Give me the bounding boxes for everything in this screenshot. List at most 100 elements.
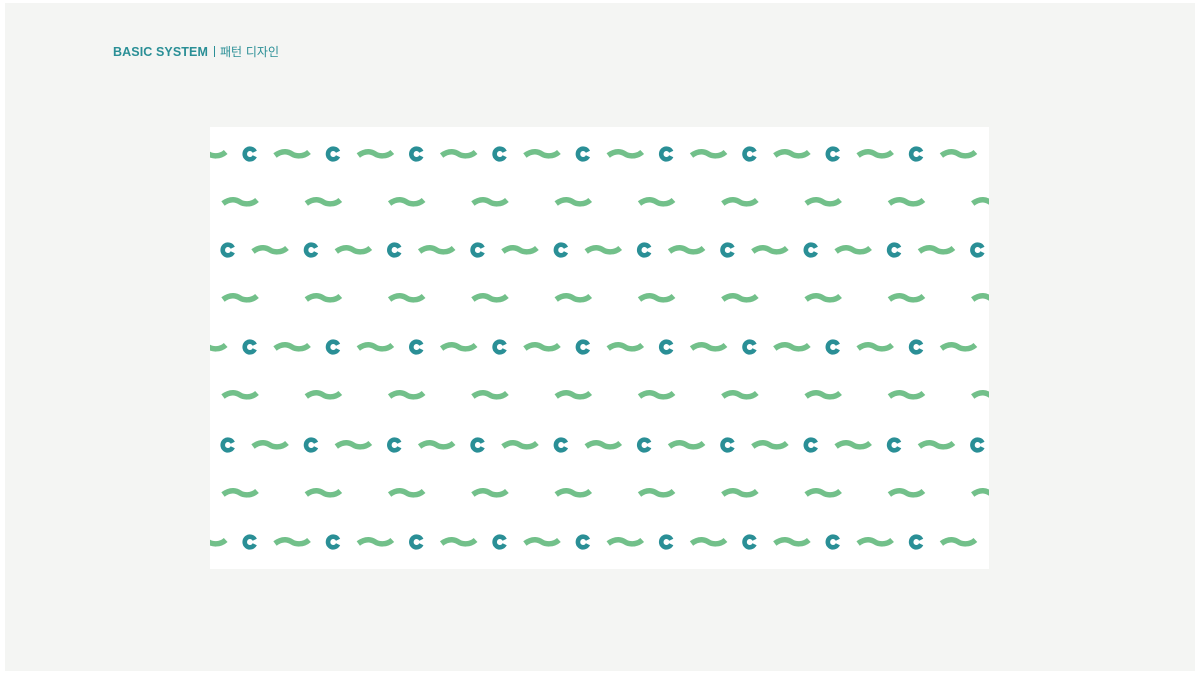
c-ring-icon (803, 242, 818, 258)
wave-icon (804, 390, 842, 400)
c-ring-icon (409, 146, 424, 162)
c-ring-icon (470, 437, 485, 453)
wave-icon (221, 293, 259, 303)
wave-icon (439, 537, 478, 547)
wave-icon (773, 149, 811, 159)
c-ring-icon (409, 534, 424, 550)
wave-icon (751, 245, 789, 255)
wave-icon (221, 197, 259, 207)
c-ring-icon (908, 534, 924, 550)
wave-icon (606, 149, 645, 159)
wave-icon (689, 537, 728, 547)
wave-icon (637, 293, 676, 303)
c-ring-icon (825, 534, 840, 550)
c-ring-icon (242, 534, 257, 550)
wave-icon (834, 440, 872, 450)
wave-icon (356, 149, 395, 159)
c-ring-icon (720, 437, 735, 453)
c-ring-icon (492, 534, 507, 550)
wave-icon (221, 390, 259, 400)
wave-icon (554, 488, 593, 498)
wave-icon (721, 390, 759, 400)
wave-icon (304, 197, 343, 207)
c-ring-icon (742, 146, 757, 162)
section-header: BASIC SYSTEM 패턴 디자인 (113, 44, 279, 60)
wave-icon (334, 245, 373, 255)
wave-icon (356, 342, 395, 352)
wave-icon (210, 342, 228, 352)
wave-icon (606, 342, 645, 352)
c-ring-icon (387, 437, 402, 453)
wave-icon (804, 488, 842, 498)
c-ring-icon (220, 242, 235, 258)
wave-icon (210, 149, 228, 159)
wave-icon (417, 245, 456, 255)
c-ring-icon (553, 242, 569, 258)
c-ring-icon (825, 146, 840, 162)
wave-icon (334, 440, 373, 450)
wave-icon (971, 390, 989, 399)
wave-icon (439, 149, 478, 159)
wave-icon (273, 342, 311, 352)
wave-icon (471, 293, 509, 303)
wave-icon (804, 197, 842, 207)
wave-icon (887, 293, 926, 303)
wave-icon (471, 197, 509, 207)
c-ring-icon (908, 146, 924, 162)
wave-icon (210, 537, 228, 547)
c-ring-icon (742, 339, 757, 355)
c-ring-icon (492, 146, 507, 162)
divider (213, 46, 215, 57)
wave-icon (387, 197, 426, 207)
c-ring-icon (970, 437, 985, 453)
wave-icon (554, 390, 593, 400)
wave-icon (887, 390, 926, 400)
c-ring-icon (908, 339, 924, 355)
wave-icon (721, 197, 759, 207)
c-ring-icon (325, 339, 341, 355)
c-ring-icon (303, 242, 319, 258)
wave-icon (251, 440, 289, 450)
wave-icon (251, 245, 289, 255)
wave-icon (221, 488, 259, 498)
c-ring-icon (242, 146, 257, 162)
c-ring-icon (658, 146, 674, 162)
wave-icon (637, 488, 676, 498)
c-ring-icon (325, 534, 341, 550)
wave-icon (804, 293, 842, 303)
c-ring-icon (886, 242, 902, 258)
wave-icon (606, 537, 645, 547)
wave-icon (501, 245, 539, 255)
c-ring-icon (658, 339, 674, 355)
wave-icon (721, 488, 759, 498)
pattern-canvas (210, 146, 989, 550)
wave-icon (887, 488, 926, 498)
c-ring-icon (575, 146, 591, 162)
c-ring-icon (886, 437, 902, 453)
wave-icon (387, 488, 426, 498)
c-ring-icon (220, 437, 235, 453)
section-subtitle: 패턴 디자인 (219, 45, 279, 59)
wave-icon (917, 245, 956, 255)
wave-icon (439, 342, 478, 352)
c-ring-icon (470, 242, 485, 258)
wave-icon (304, 488, 343, 498)
wave-icon (667, 440, 706, 450)
wave-icon (584, 245, 623, 255)
wave-icon (721, 293, 759, 303)
wave-icon (939, 149, 978, 159)
wave-icon (667, 245, 706, 255)
c-ring-icon (575, 534, 591, 550)
wave-icon (523, 149, 561, 159)
c-ring-icon (325, 146, 341, 162)
wave-icon (523, 342, 561, 352)
wave-icon (751, 440, 789, 450)
wave-icon (917, 440, 956, 450)
wave-icon (273, 149, 311, 159)
c-ring-icon (409, 339, 424, 355)
wave-icon (773, 537, 811, 547)
c-ring-icon (575, 339, 591, 355)
wave-icon (304, 293, 343, 303)
wave-icon (471, 390, 509, 400)
wave-icon (773, 342, 811, 352)
